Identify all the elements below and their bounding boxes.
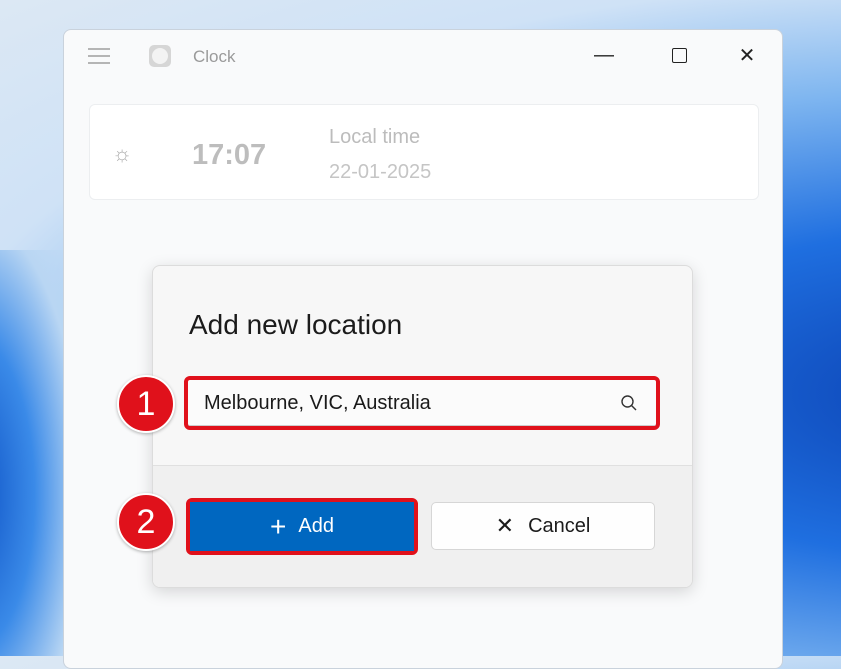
add-button-highlight: + Add	[186, 498, 418, 555]
add-button-label: Add	[298, 515, 334, 537]
local-time: 17:07	[192, 139, 267, 171]
close-button[interactable]: ✕	[727, 40, 767, 70]
cancel-button[interactable]: ✕ Cancel	[431, 502, 655, 550]
maximize-icon	[671, 47, 687, 63]
clock-icon	[149, 45, 171, 67]
cancel-button-label: Cancel	[528, 514, 591, 537]
title-bar: Clock — ✕	[64, 30, 782, 80]
plus-icon: +	[270, 510, 287, 542]
minimize-button[interactable]: —	[584, 40, 624, 70]
close-icon: ✕	[738, 44, 756, 67]
dialog-title: Add new location	[189, 309, 403, 340]
search-icon[interactable]	[620, 394, 638, 412]
desktop-wallpaper	[0, 250, 70, 656]
hamburger-menu-icon[interactable]	[88, 48, 110, 64]
maximize-button[interactable]	[659, 40, 699, 70]
local-time-card: ☼ 17:07 Local time 22-01-2025	[89, 104, 759, 200]
sun-icon: ☼	[112, 141, 133, 166]
step-badge-1: 1	[117, 375, 175, 433]
local-date: 22-01-2025	[329, 161, 432, 183]
close-icon: ✕	[495, 513, 515, 538]
step-badge-2: 2	[117, 493, 175, 551]
location-search-input[interactable]	[204, 380, 604, 426]
add-button[interactable]: + Add	[190, 502, 414, 551]
app-title: Clock	[193, 47, 236, 66]
location-search-field[interactable]	[184, 376, 660, 430]
local-time-label: Local time	[329, 126, 421, 148]
